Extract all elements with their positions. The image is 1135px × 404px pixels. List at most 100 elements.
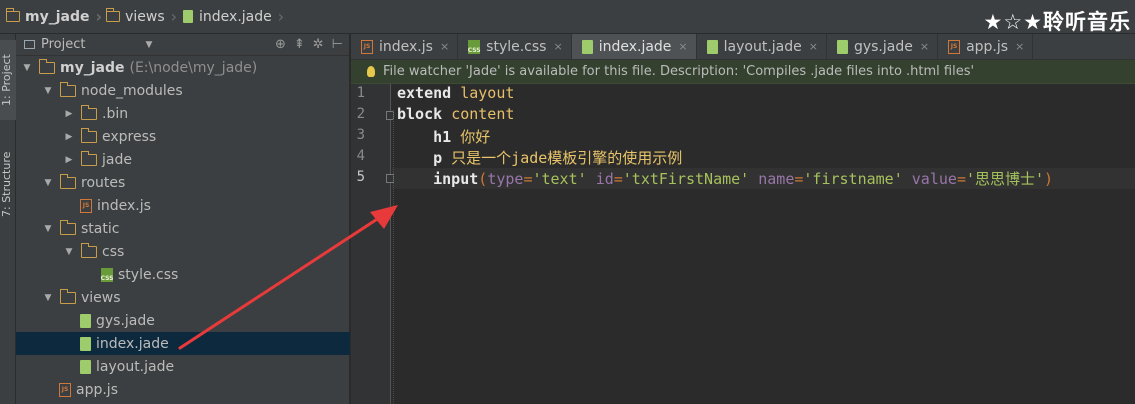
close-icon[interactable]: ×: [809, 40, 818, 53]
jade-file-icon: [706, 39, 718, 54]
tab-label: gys.jade: [853, 38, 913, 55]
tree-item[interactable]: index.jade: [16, 332, 350, 355]
expanded-arrow-icon[interactable]: ▼: [43, 224, 53, 234]
line-number-gutter: 1 2 3 4 5: [351, 84, 394, 404]
close-icon[interactable]: ×: [440, 40, 449, 53]
editor-tab[interactable]: CSS style.css ×: [458, 34, 572, 59]
editor-tab[interactable]: layout.jade ×: [697, 34, 827, 59]
tree-item[interactable]: ▶ .bin: [16, 102, 350, 125]
tree-item-label: gys.jade: [96, 312, 155, 329]
breadcrumb-item-file[interactable]: index.jade ›: [177, 0, 284, 34]
folder-icon: [59, 288, 76, 304]
code-line[interactable]: p 只是一个jade模板引擎的使用示例: [397, 147, 682, 168]
project-panel: Project ▼ ⊕ ⇞ ✲ ⊢ ▼ my_jade (E:\node\my_ja…: [16, 34, 350, 404]
dropdown-arrow-icon[interactable]: ▼: [145, 40, 152, 50]
css-file-icon: CSS: [101, 267, 113, 282]
code-token: 'firstname': [803, 170, 903, 188]
tree-item-label: views: [81, 289, 121, 306]
tree-item[interactable]: ▼ my_jade (E:\node\my_jade): [16, 56, 350, 79]
code-token: '思思博士': [965, 170, 1045, 188]
tree-item[interactable]: ▼ routes: [16, 171, 350, 194]
breadcrumb-item-project[interactable]: my_jade ›: [2, 0, 102, 34]
tree-item-label: index.js: [97, 197, 151, 214]
structure-tool-tab[interactable]: 7: Structure: [0, 134, 16, 234]
pin-icon[interactable]: ⊢: [332, 37, 343, 52]
breadcrumb-item-views[interactable]: views ›: [102, 0, 177, 34]
editor-tab[interactable]: gys.jade ×: [827, 34, 939, 59]
js-file-icon: JS: [80, 198, 92, 213]
chevron-right-icon: ›: [277, 7, 285, 26]
code-token: name: [758, 170, 795, 188]
code-token: =: [956, 170, 966, 188]
tree-item[interactable]: CSS style.css: [16, 263, 350, 286]
code-token: layout: [460, 84, 515, 102]
collapsed-arrow-icon[interactable]: ▶: [64, 155, 74, 165]
tree-item[interactable]: ▼ node_modules: [16, 79, 350, 102]
code-token: block: [397, 105, 443, 123]
code-token: 'txtFirstName': [622, 170, 750, 188]
folder-icon: [59, 173, 76, 189]
folder-icon: [5, 8, 20, 22]
project-view-selector[interactable]: Project: [41, 37, 85, 52]
tree-item[interactable]: ▼ css: [16, 240, 350, 263]
tree-item-label: style.css: [118, 266, 179, 283]
tree-item-label: jade: [102, 151, 132, 168]
editor-tab[interactable]: JS index.js ×: [351, 34, 459, 59]
file-watcher-notification[interactable]: File watcher 'Jade' is available for thi…: [351, 60, 1135, 84]
code-token: (: [478, 170, 488, 188]
expanded-arrow-icon[interactable]: ▼: [43, 178, 53, 188]
tree-item[interactable]: layout.jade: [16, 355, 350, 378]
project-view-icon: [24, 40, 35, 49]
js-file-icon: JS: [59, 382, 71, 397]
folder-icon: [59, 219, 76, 235]
tree-item[interactable]: ▶ express: [16, 125, 350, 148]
tree-item[interactable]: JS index.js: [16, 194, 350, 217]
tree-item[interactable]: ▼ static: [16, 217, 350, 240]
close-icon[interactable]: ×: [1015, 40, 1024, 53]
tree-item[interactable]: gys.jade: [16, 309, 350, 332]
jade-file-icon: [80, 336, 91, 351]
tree-item-label: static: [81, 220, 120, 237]
expanded-arrow-icon[interactable]: ▼: [43, 293, 53, 303]
close-icon[interactable]: ×: [678, 40, 687, 53]
expanded-arrow-icon[interactable]: ▼: [22, 63, 32, 73]
expanded-arrow-icon[interactable]: ▼: [43, 86, 53, 96]
folder-icon: [105, 8, 121, 22]
collapsed-arrow-icon[interactable]: ▶: [64, 132, 74, 142]
expanded-arrow-icon[interactable]: ▼: [64, 247, 74, 257]
tree-item-label: node_modules: [81, 82, 183, 99]
line-number: 1: [356, 85, 365, 101]
navigation-breadcrumb-bar: my_jade › views › index.jade › ★☆★聆听音乐: [0, 0, 1135, 34]
tab-label: index.jade: [598, 38, 672, 55]
folder-icon: [80, 127, 97, 143]
close-icon[interactable]: ×: [920, 40, 929, 53]
tab-label: style.css: [486, 38, 547, 55]
code-line[interactable]: block content: [397, 105, 514, 123]
tree-item-label: layout.jade: [96, 358, 175, 375]
editor-tab[interactable]: index.jade ×: [571, 34, 697, 59]
line-number: 4: [356, 148, 365, 164]
tree-item[interactable]: ▶ jade: [16, 148, 350, 171]
code-line[interactable]: extend layout: [397, 84, 514, 102]
code-line[interactable]: h1 你好: [397, 126, 490, 147]
tree-item[interactable]: JS app.js: [16, 378, 350, 401]
code-token: value: [911, 170, 957, 188]
jade-file-icon: [581, 39, 593, 54]
editor-tab[interactable]: JS app.js ×: [938, 34, 1034, 59]
folder-icon: [38, 58, 55, 74]
collapsed-arrow-icon[interactable]: ▶: [64, 109, 74, 119]
jade-file-icon: [836, 39, 848, 54]
target-icon[interactable]: ⊕: [275, 37, 286, 52]
jade-file-icon: [183, 10, 194, 23]
tab-label: layout.jade: [723, 38, 802, 55]
tree-item[interactable]: ▼ views: [16, 286, 350, 309]
close-icon[interactable]: ×: [553, 40, 562, 53]
collapse-icon[interactable]: ⇞: [294, 37, 305, 52]
code-editor[interactable]: 1 2 3 4 5 extend layout block content h1 你好 p…: [351, 84, 1135, 404]
breadcrumb-label: index.jade: [199, 8, 272, 25]
gear-icon[interactable]: ✲: [313, 37, 324, 52]
project-tool-tab[interactable]: 1: Project: [0, 40, 16, 120]
code-line[interactable]: input(type='text' id='txtFirstName' name…: [397, 168, 1053, 189]
